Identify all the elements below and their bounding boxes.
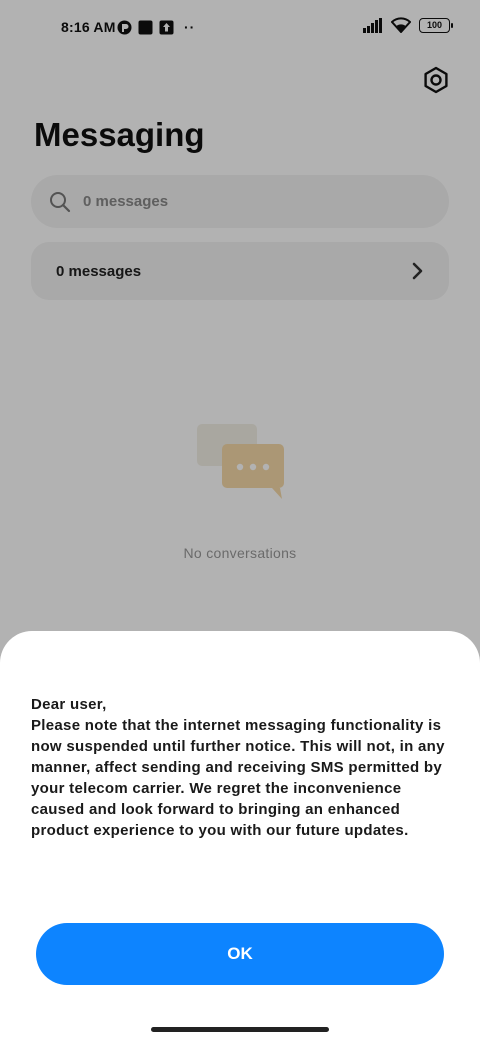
- notice-bottom-sheet: Dear user, Please note that the internet…: [0, 631, 480, 1040]
- notice-message: Dear user, Please note that the internet…: [31, 694, 456, 841]
- ok-button[interactable]: OK: [36, 923, 444, 985]
- home-indicator[interactable]: [151, 1027, 329, 1032]
- notice-greeting: Dear user,: [31, 696, 107, 713]
- notice-body: Please note that the internet messaging …: [31, 717, 445, 839]
